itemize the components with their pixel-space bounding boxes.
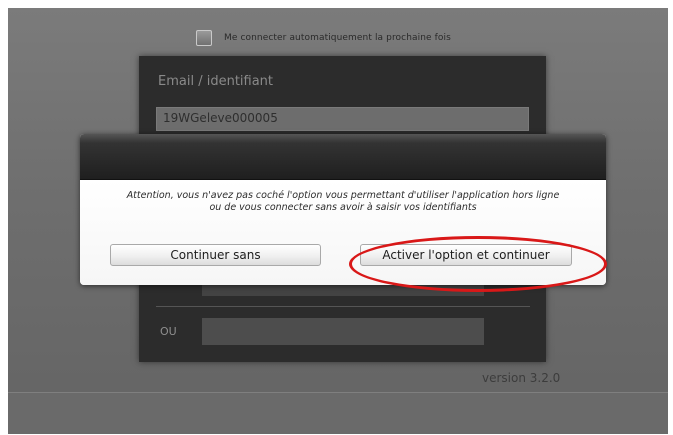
dialog-message: Attention, vous n'avez pas coché l'optio… xyxy=(86,190,600,214)
dialog-message-line-2: ou de vous connecter sans avoir à saisir… xyxy=(209,202,477,213)
remember-option[interactable]: Me connecter automatiquement la prochain… xyxy=(196,30,451,46)
footer-band xyxy=(8,392,668,434)
alternate-login-field[interactable] xyxy=(202,318,484,345)
email-field[interactable]: 19WGeleve000005 xyxy=(156,107,529,131)
continue-without-button[interactable]: Continuer sans xyxy=(110,244,321,266)
activate-option-button[interactable]: Activer l'option et continuer xyxy=(360,244,572,266)
dialog-message-line-1: Attention, vous n'avez pas coché l'optio… xyxy=(126,190,560,201)
remember-checkbox[interactable] xyxy=(196,30,212,46)
email-label: Email / identifiant xyxy=(158,74,274,89)
version-label: version 3.2.0 xyxy=(482,371,561,385)
offline-warning-dialog: Attention, vous n'avez pas coché l'optio… xyxy=(80,134,606,285)
panel-separator xyxy=(156,306,530,307)
remember-label: Me connecter automatiquement la prochain… xyxy=(224,33,451,43)
dialog-header xyxy=(80,134,606,180)
dialog-body: Attention, vous n'avez pas coché l'optio… xyxy=(80,180,606,285)
or-label: OU xyxy=(160,325,177,338)
